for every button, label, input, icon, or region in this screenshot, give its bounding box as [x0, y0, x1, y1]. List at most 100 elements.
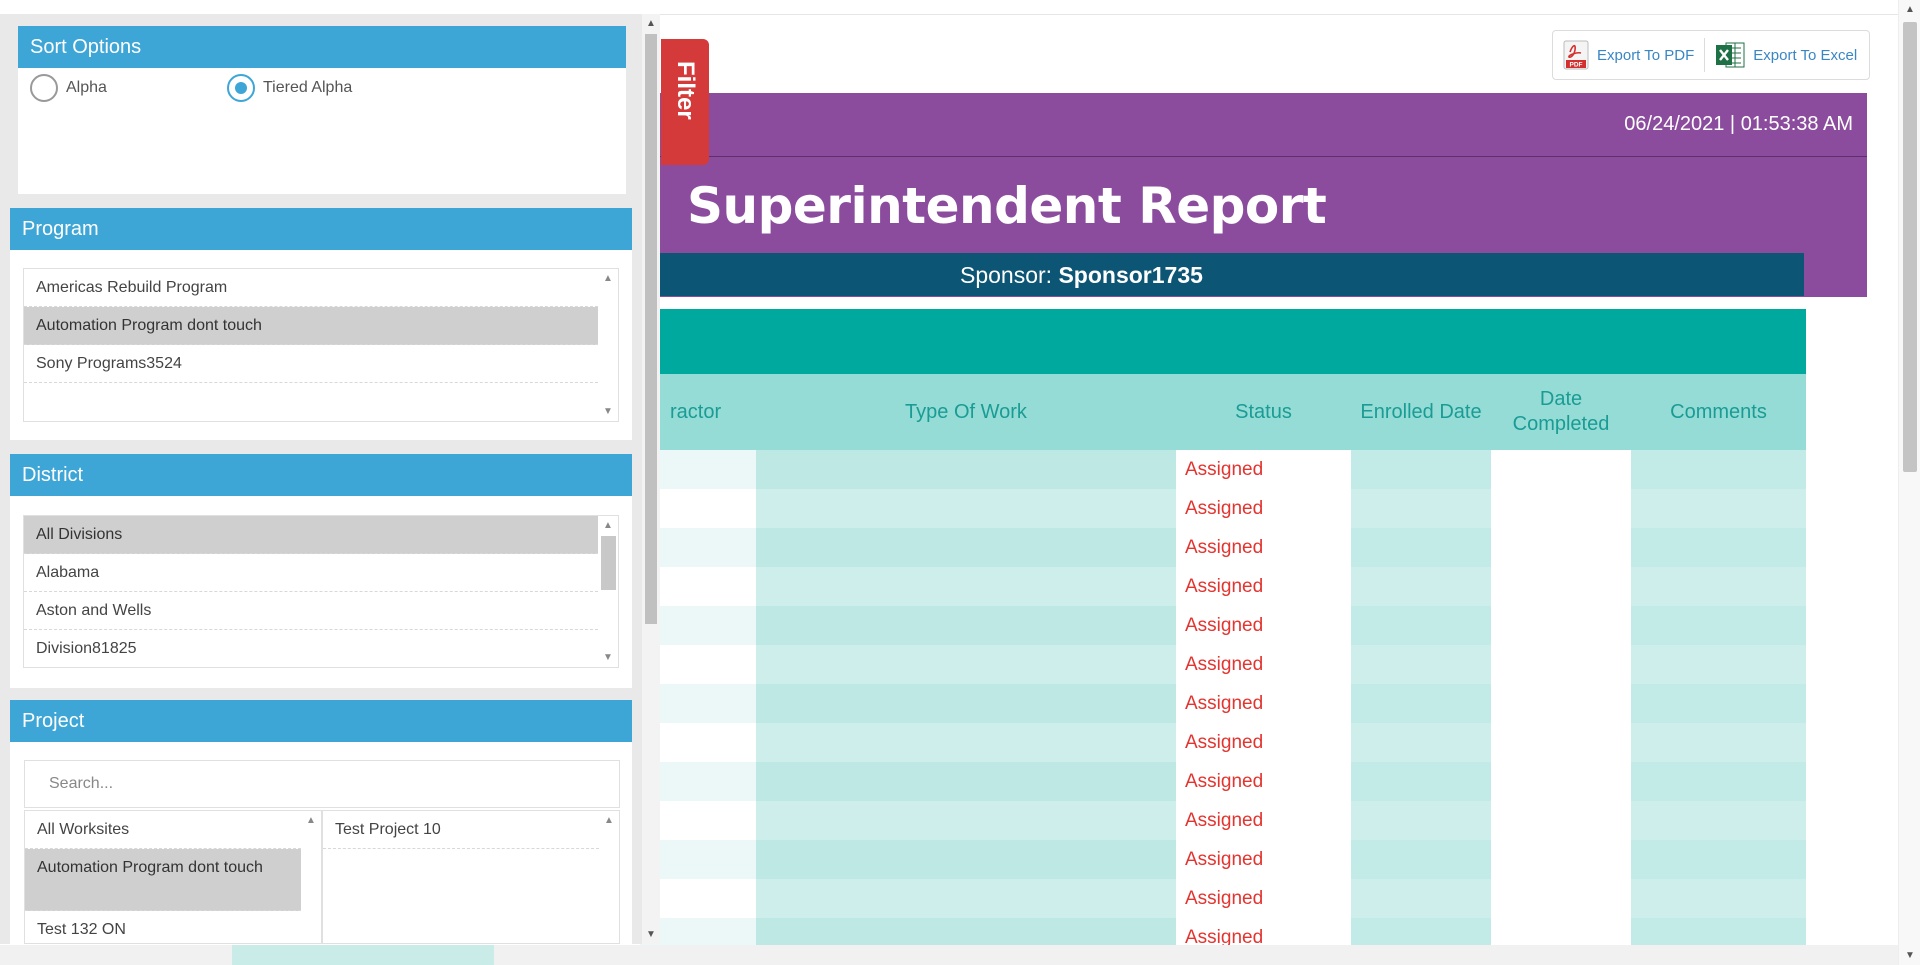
horizontal-strip-highlight — [232, 945, 494, 965]
program-scroll-down-icon[interactable]: ▼ — [603, 406, 613, 417]
sponsor-text: Sponsor: Sponsor1735 — [960, 262, 1203, 289]
project-left-list-item[interactable]: All Worksites — [25, 811, 301, 849]
cell-comments — [1631, 528, 1806, 567]
export-excel-button[interactable]: Export To Excel — [1705, 31, 1867, 79]
project-left-list-item[interactable]: Test 132 ON — [25, 911, 301, 943]
cell-comments — [1631, 762, 1806, 801]
cell-status: Assigned — [1176, 762, 1351, 801]
cell-status: Assigned — [1176, 567, 1351, 606]
project-left-listbox[interactable]: All Worksites Automation Program dont tou… — [24, 810, 322, 944]
program-list-item[interactable]: Americas Rebuild Program — [24, 269, 618, 307]
program-list-item[interactable]: Sony Programs3524 — [24, 345, 618, 383]
cell-enrolled-date — [1351, 762, 1491, 801]
district-list-item[interactable]: Alabama — [24, 554, 618, 592]
filter-scroll-down-icon[interactable]: ▼ — [646, 929, 656, 940]
radio-option-alpha[interactable]: Alpha — [30, 74, 107, 102]
district-list-item[interactable]: Aston and Wells — [24, 592, 618, 630]
cell-status: Assigned — [1176, 879, 1351, 918]
filter-scroll-thumb[interactable] — [645, 34, 657, 624]
project-search-input[interactable] — [24, 760, 620, 808]
district-list-item[interactable]: Division81825 — [24, 630, 618, 667]
project-header: Project — [10, 700, 632, 742]
table-row: Assigned — [640, 450, 1806, 489]
cell-enrolled-date — [1351, 606, 1491, 645]
cell-status: Assigned — [1176, 723, 1351, 762]
cell-comments — [1631, 606, 1806, 645]
district-scroll-down-icon[interactable]: ▼ — [603, 652, 613, 663]
district-list-item[interactable]: All Divisions — [24, 516, 618, 554]
cell-type-of-work — [756, 723, 1176, 762]
col-header-status: Status — [1235, 400, 1292, 423]
cell-enrolled-date — [1351, 645, 1491, 684]
cell-date-completed — [1491, 567, 1631, 606]
cell-status: Assigned — [1176, 801, 1351, 840]
project-left-scrollbar[interactable]: ▲ — [301, 811, 321, 943]
filter-panel-scrollbar[interactable]: ▲ ▼ — [642, 14, 660, 944]
cell-status: Assigned — [1176, 645, 1351, 684]
sponsor-bar: Sponsor: Sponsor1735 — [640, 253, 1804, 296]
cell-date-completed — [1491, 606, 1631, 645]
export-pdf-label: Export To PDF — [1597, 46, 1695, 64]
col-header-type-of-work: Type Of Work — [905, 400, 1027, 423]
page-scrollbar[interactable]: ▲ ▼ — [1898, 0, 1920, 965]
cell-type-of-work — [756, 762, 1176, 801]
cell-enrolled-date — [1351, 879, 1491, 918]
district-scroll-thumb[interactable] — [601, 536, 616, 590]
cell-type-of-work — [756, 450, 1176, 489]
scroll-up-icon[interactable]: ▲ — [1905, 4, 1915, 15]
cell-type-of-work — [756, 645, 1176, 684]
export-toolbar: PDF Export To PDF Export To Excel — [1552, 30, 1870, 80]
excel-icon — [1716, 42, 1745, 68]
cell-date-completed — [1491, 879, 1631, 918]
cell-comments — [1631, 489, 1806, 528]
cell-comments — [1631, 567, 1806, 606]
cell-status: Assigned — [1176, 450, 1351, 489]
district-list-scrollbar[interactable]: ▲ ▼ — [598, 516, 618, 667]
table-row: Assigned — [640, 879, 1806, 918]
district-listbox[interactable]: All Divisions Alabama Aston and Wells Divis… — [23, 515, 619, 668]
project-right-scrollbar[interactable]: ▲ — [599, 811, 619, 943]
header-divider — [640, 156, 1867, 157]
cell-enrolled-date — [1351, 489, 1491, 528]
cell-type-of-work — [756, 684, 1176, 723]
cell-comments — [1631, 645, 1806, 684]
radio-alpha-circle[interactable] — [30, 74, 58, 102]
filter-scroll-up-icon[interactable]: ▲ — [646, 18, 656, 29]
project-right-list-item[interactable]: Test Project 10 — [323, 811, 599, 849]
filter-panel: Sort Options Alpha Tiered Alpha Program … — [0, 14, 660, 944]
cell-type-of-work — [756, 528, 1176, 567]
table-header: ractor Type Of Work Status Enrolled Date… — [640, 374, 1806, 450]
radio-option-tiered-alpha[interactable]: Tiered Alpha — [227, 74, 352, 102]
project-left-list-item[interactable]: Automation Program dont touch — [25, 849, 301, 911]
export-pdf-button[interactable]: PDF Export To PDF — [1553, 31, 1704, 79]
cell-enrolled-date — [1351, 684, 1491, 723]
sponsor-prefix: Sponsor: — [960, 262, 1053, 288]
page-scroll-thumb[interactable] — [1903, 22, 1917, 472]
cell-type-of-work — [756, 567, 1176, 606]
cell-comments — [1631, 801, 1806, 840]
radio-tiered-alpha-circle[interactable] — [227, 74, 255, 102]
program-list-item[interactable]: Automation Program dont touch — [24, 307, 618, 345]
sponsor-name: Sponsor1735 — [1058, 262, 1203, 288]
cell-status: Assigned — [1176, 489, 1351, 528]
radio-tiered-alpha-label: Tiered Alpha — [263, 79, 353, 96]
table-row: Assigned — [640, 645, 1806, 684]
project-left-scroll-up-icon[interactable]: ▲ — [306, 815, 316, 826]
cell-date-completed — [1491, 801, 1631, 840]
table-row: Assigned — [640, 528, 1806, 567]
cell-status: Assigned — [1176, 840, 1351, 879]
district-scroll-up-icon[interactable]: ▲ — [603, 520, 613, 531]
cell-enrolled-date — [1351, 840, 1491, 879]
cell-date-completed — [1491, 723, 1631, 762]
project-right-scroll-up-icon[interactable]: ▲ — [604, 815, 614, 826]
program-scroll-up-icon[interactable]: ▲ — [603, 273, 613, 284]
scroll-down-icon[interactable]: ▼ — [1905, 950, 1915, 961]
cell-comments — [1631, 879, 1806, 918]
table-row: Assigned — [640, 840, 1806, 879]
col-header-comments: Comments — [1670, 400, 1767, 423]
program-list-scrollbar[interactable]: ▲ ▼ — [598, 269, 618, 421]
program-listbox[interactable]: Americas Rebuild Program Automation Progr… — [23, 268, 619, 422]
filter-tab-label: Filter — [672, 61, 699, 120]
filter-toggle-tab[interactable]: Filter — [661, 39, 709, 165]
project-right-listbox[interactable]: Test Project 10 ▲ — [322, 810, 620, 944]
